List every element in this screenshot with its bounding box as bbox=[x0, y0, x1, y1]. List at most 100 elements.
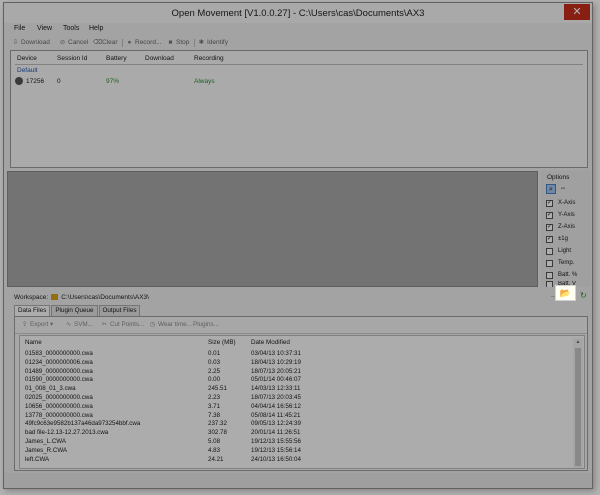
file-size: 237.32 bbox=[208, 420, 227, 428]
close-button[interactable]: ✕ bbox=[564, 4, 590, 20]
table-row[interactable]: 10656_0000000000.cwa 3.71 04/04/14 16:56:1… bbox=[20, 403, 572, 411]
download-button[interactable]: ⇩ Download bbox=[12, 39, 50, 46]
menu-help[interactable]: Help bbox=[89, 25, 103, 32]
table-row[interactable]: 49fc9c63e9582b137a46da973254bbf.cwa 237.3… bbox=[20, 420, 572, 428]
svm-button[interactable]: ∿ SVM... bbox=[65, 321, 93, 328]
file-size: 2.23 bbox=[208, 394, 221, 401]
device-session: 0 bbox=[57, 78, 61, 85]
tab-plugin-queue[interactable]: Plugin Queue bbox=[51, 305, 98, 316]
checkbox-batt-percent[interactable]: ✓ bbox=[546, 271, 553, 279]
plugins-button[interactable]: Plugins... bbox=[193, 321, 219, 328]
workspace-bar: Workspace: C:\Users\cas\Documents\AX3\ bbox=[14, 291, 149, 303]
file-name: James_R.CWA bbox=[25, 446, 68, 454]
tab-data-files[interactable]: Data Files bbox=[14, 305, 51, 316]
option-temp[interactable]: ✓Temp. bbox=[546, 258, 574, 268]
column-recording[interactable]: Recording bbox=[194, 55, 224, 62]
file-name: 01234_0000000006.cwa bbox=[25, 358, 93, 366]
column-name[interactable]: Name bbox=[25, 339, 42, 346]
cancel-icon: ⊘ bbox=[59, 39, 66, 46]
file-name: 02025_0000000000.cwa bbox=[25, 394, 93, 401]
option-x-axis[interactable]: ✓ X-Axis bbox=[546, 198, 575, 208]
cut-points-button[interactable]: ✂ Cut Points... bbox=[101, 321, 144, 328]
file-name: 01489_0000000000.cwa bbox=[25, 367, 93, 375]
table-row[interactable]: 01489_0000000000.cwa 2.25 18/07/13 20:05:2… bbox=[20, 368, 572, 376]
cancel-button[interactable]: ⊘ Cancel bbox=[59, 39, 88, 46]
option-y-axis[interactable]: ✓ Y-Axis bbox=[546, 210, 575, 220]
export-button[interactable]: ⇪ Export ▾ bbox=[21, 321, 53, 328]
identify-button[interactable]: ✱ Identify bbox=[198, 39, 228, 46]
record-icon: ● bbox=[127, 39, 132, 46]
file-size: 4.83 bbox=[208, 446, 221, 454]
menu-tools[interactable]: Tools bbox=[63, 25, 79, 32]
chevron-down-icon: ▾ bbox=[48, 321, 54, 328]
wear-time-button[interactable]: ◷ Wear time... bbox=[149, 321, 192, 328]
column-session-id[interactable]: Session Id bbox=[57, 55, 87, 62]
file-name: left.CWA bbox=[25, 455, 50, 463]
options-title: Options bbox=[547, 174, 570, 181]
status-bar bbox=[4, 473, 592, 488]
device-list: Device Session Id Battery Download Recor… bbox=[10, 50, 588, 168]
column-date-modified[interactable]: Date Modified bbox=[251, 339, 290, 346]
file-size: 24.21 bbox=[208, 455, 224, 463]
file-size: 3.71 bbox=[208, 402, 221, 410]
file-size: 0.00 bbox=[208, 376, 221, 384]
toolbar-divider bbox=[15, 333, 587, 334]
column-download[interactable]: Download bbox=[145, 55, 174, 62]
device-recording: Always bbox=[194, 78, 215, 85]
file-date: 05/08/14 11:45:21 bbox=[251, 411, 301, 419]
device-id[interactable]: 17256 bbox=[26, 78, 44, 85]
scrollbar-thumb[interactable] bbox=[575, 348, 581, 466]
tab-output-files[interactable]: Output Files bbox=[98, 305, 141, 316]
zoom-icon[interactable]: ⌕ bbox=[546, 184, 556, 194]
table-row[interactable]: bad file-12.13-12.27.2013.cwa 302.78 20/01… bbox=[20, 429, 572, 437]
file-date: 24/10/13 16:50:04 bbox=[251, 455, 301, 463]
pan-icon[interactable]: ⇔ bbox=[558, 184, 568, 194]
file-date: 20/01/14 11:26:51 bbox=[251, 429, 301, 437]
option-batt-percent[interactable]: ✓Batt. % bbox=[546, 270, 577, 280]
file-date: 05/01/14 00:46:07 bbox=[251, 376, 301, 384]
scroll-up-icon[interactable]: ▲ bbox=[573, 338, 583, 346]
vertical-scrollbar[interactable]: ▲ bbox=[573, 338, 583, 468]
file-name: 01590_0000000000.cwa bbox=[25, 376, 93, 384]
table-row[interactable]: 01_008_01_3.cwa 245.51 14/03/13 12:33:11 bbox=[20, 385, 572, 393]
file-size: 7.38 bbox=[208, 411, 221, 419]
column-battery[interactable]: Battery bbox=[106, 55, 127, 62]
clear-button[interactable]: ⌫ Clear bbox=[93, 39, 118, 46]
file-name: 10656_0000000000.cwa bbox=[25, 402, 93, 410]
table-row[interactable]: 01590_0000000000.cwa 0.00 05/01/14 00:46:0… bbox=[20, 376, 572, 384]
option-one-g[interactable]: ✓ ±1g bbox=[546, 234, 568, 244]
file-date: 18/04/13 10:29:19 bbox=[251, 358, 301, 366]
menu-view[interactable]: View bbox=[37, 25, 52, 32]
title-bar: Open Movement [V1.0.0.27] - C:\Users\cas… bbox=[4, 3, 592, 23]
data-preview-graph[interactable] bbox=[7, 171, 538, 287]
checkbox-light[interactable]: ✓ bbox=[546, 247, 553, 255]
table-row[interactable]: 01234_0000000006.cwa 0.03 18/04/13 10:29:1… bbox=[20, 359, 572, 367]
option-light[interactable]: ✓Light bbox=[546, 246, 571, 256]
download-icon: ⇩ bbox=[12, 39, 19, 46]
refresh-icon[interactable]: ↻ bbox=[580, 291, 587, 300]
checkbox-one-g[interactable]: ✓ bbox=[546, 235, 553, 243]
stop-button[interactable]: ■ Stop bbox=[167, 39, 190, 46]
file-name: 13778_0000000000.cwa bbox=[25, 411, 93, 419]
column-size[interactable]: Size (MB) bbox=[208, 339, 236, 346]
record-button[interactable]: ● Record... bbox=[126, 39, 162, 46]
table-row[interactable]: 13778_0000000000.cwa 7.38 05/08/14 11:45:2… bbox=[20, 412, 572, 420]
table-row[interactable]: left.CWA 24.21 24/10/13 16:50:04 bbox=[20, 456, 572, 464]
column-device[interactable]: Device bbox=[17, 55, 37, 62]
checkbox-x-axis[interactable]: ✓ bbox=[546, 199, 553, 207]
checkbox-temp[interactable]: ✓ bbox=[546, 259, 553, 267]
options-panel: Options ⌕ ⇔ ✓ X-Axis ✓ Y-Axis ✓ Z-Axis ✓ ±1g… bbox=[541, 171, 591, 287]
table-row[interactable]: 02025_0000000000.cwa 2.23 18/07/13 20:03:4… bbox=[20, 394, 572, 402]
table-row[interactable]: James_R.CWA 4.83 19/12/13 15:56:14 bbox=[20, 447, 572, 455]
checkbox-y-axis[interactable]: ✓ bbox=[546, 211, 553, 219]
checkbox-batt-voltage[interactable]: ✓ bbox=[546, 281, 553, 287]
menu-file[interactable]: File bbox=[14, 25, 25, 32]
table-row[interactable]: 01583_0000000000.cwa 0.01 03/04/13 10:37:3… bbox=[20, 350, 572, 358]
table-row[interactable]: James_L.CWA 5.08 19/12/13 15:55:56 bbox=[20, 438, 572, 446]
checkbox-z-axis[interactable]: ✓ bbox=[546, 223, 553, 231]
open-folder-button[interactable]: 📂 bbox=[555, 285, 576, 301]
device-toolbar: ⇩ Download ⊘ Cancel ⌫ Clear ● Record... ■ Sto… bbox=[4, 36, 592, 50]
file-date: 19/12/13 15:56:14 bbox=[251, 446, 301, 454]
workspace-path[interactable]: C:\Users\cas\Documents\AX3\ bbox=[61, 294, 149, 301]
option-z-axis[interactable]: ✓ Z-Axis bbox=[546, 222, 575, 232]
